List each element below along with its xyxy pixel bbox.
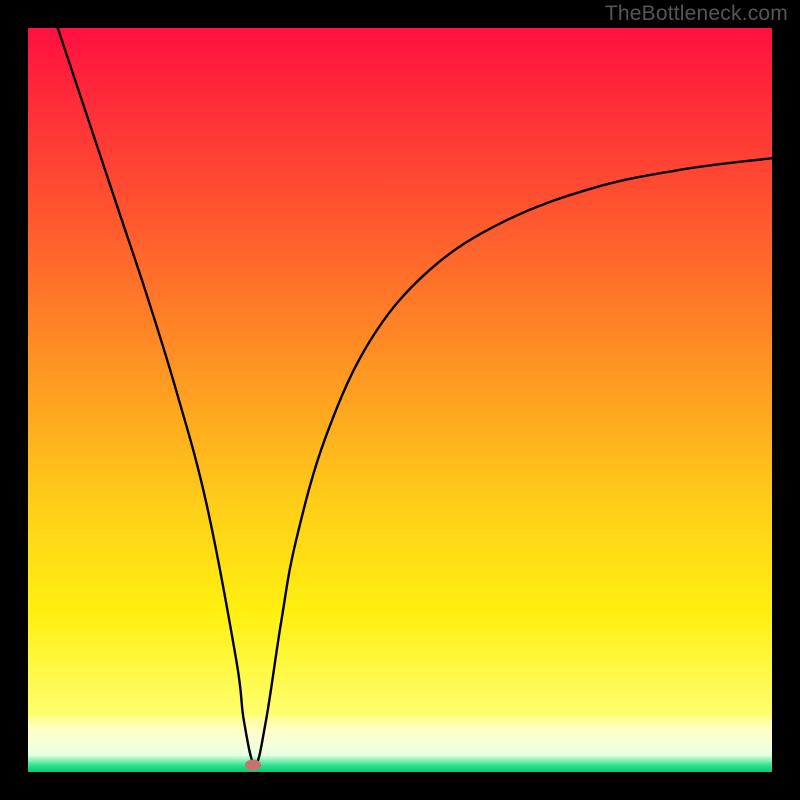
chart-frame: TheBottleneck.com — [0, 0, 800, 800]
curve-svg — [28, 28, 772, 772]
plot-area — [28, 28, 772, 772]
watermark-text: TheBottleneck.com — [605, 2, 788, 26]
bottleneck-curve — [58, 28, 772, 765]
marker-dot — [245, 759, 261, 770]
